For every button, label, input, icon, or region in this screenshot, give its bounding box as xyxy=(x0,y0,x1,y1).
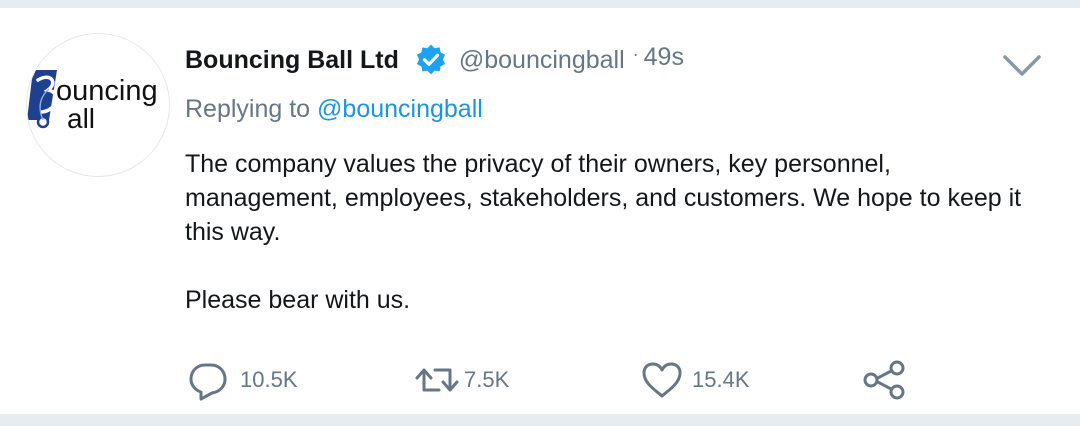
like-count: 15.4K xyxy=(692,367,750,392)
reply-icon xyxy=(186,358,230,402)
bouncing-ball-logo-icon: ouncing all xyxy=(27,70,158,134)
bottom-divider xyxy=(0,414,1080,426)
chevron-down-icon[interactable] xyxy=(1000,50,1044,82)
retweet-button[interactable]: 7.5K xyxy=(414,358,509,402)
share-button[interactable] xyxy=(862,358,908,402)
reply-count: 10.5K xyxy=(240,367,298,392)
tweet-paragraph: The company values the privacy of their … xyxy=(185,150,1022,246)
replying-to: Replying to @bouncingball xyxy=(185,95,483,124)
like-button[interactable]: 15.4K xyxy=(640,358,750,402)
user-handle[interactable]: @bouncingball xyxy=(459,46,625,75)
tweet-screen: ouncing all Bouncing Ball Ltd @bouncingb… xyxy=(0,0,1080,426)
tweet-timestamp[interactable]: 49s xyxy=(644,43,684,72)
share-icon xyxy=(862,358,908,402)
retweet-count: 7.5K xyxy=(464,367,510,392)
tweet-text: The company values the privacy of their … xyxy=(185,147,1045,317)
avatar[interactable]: ouncing all xyxy=(26,33,170,177)
avatar-logo-line2: all xyxy=(67,103,95,134)
display-name[interactable]: Bouncing Ball Ltd xyxy=(185,46,399,75)
tweet-header: Bouncing Ball Ltd @bouncingball · 49s xyxy=(185,42,684,78)
replying-prefix: Replying to xyxy=(185,95,311,123)
time-separator: · xyxy=(632,43,639,64)
replying-handle-link[interactable]: @bouncingball xyxy=(317,95,483,123)
retweet-icon xyxy=(414,358,460,402)
tweet-paragraph: Please bear with us. xyxy=(185,286,411,314)
verified-badge-icon xyxy=(414,43,448,77)
reply-button[interactable]: 10.5K xyxy=(186,358,298,402)
top-divider xyxy=(0,0,1080,8)
heart-icon xyxy=(640,358,684,402)
